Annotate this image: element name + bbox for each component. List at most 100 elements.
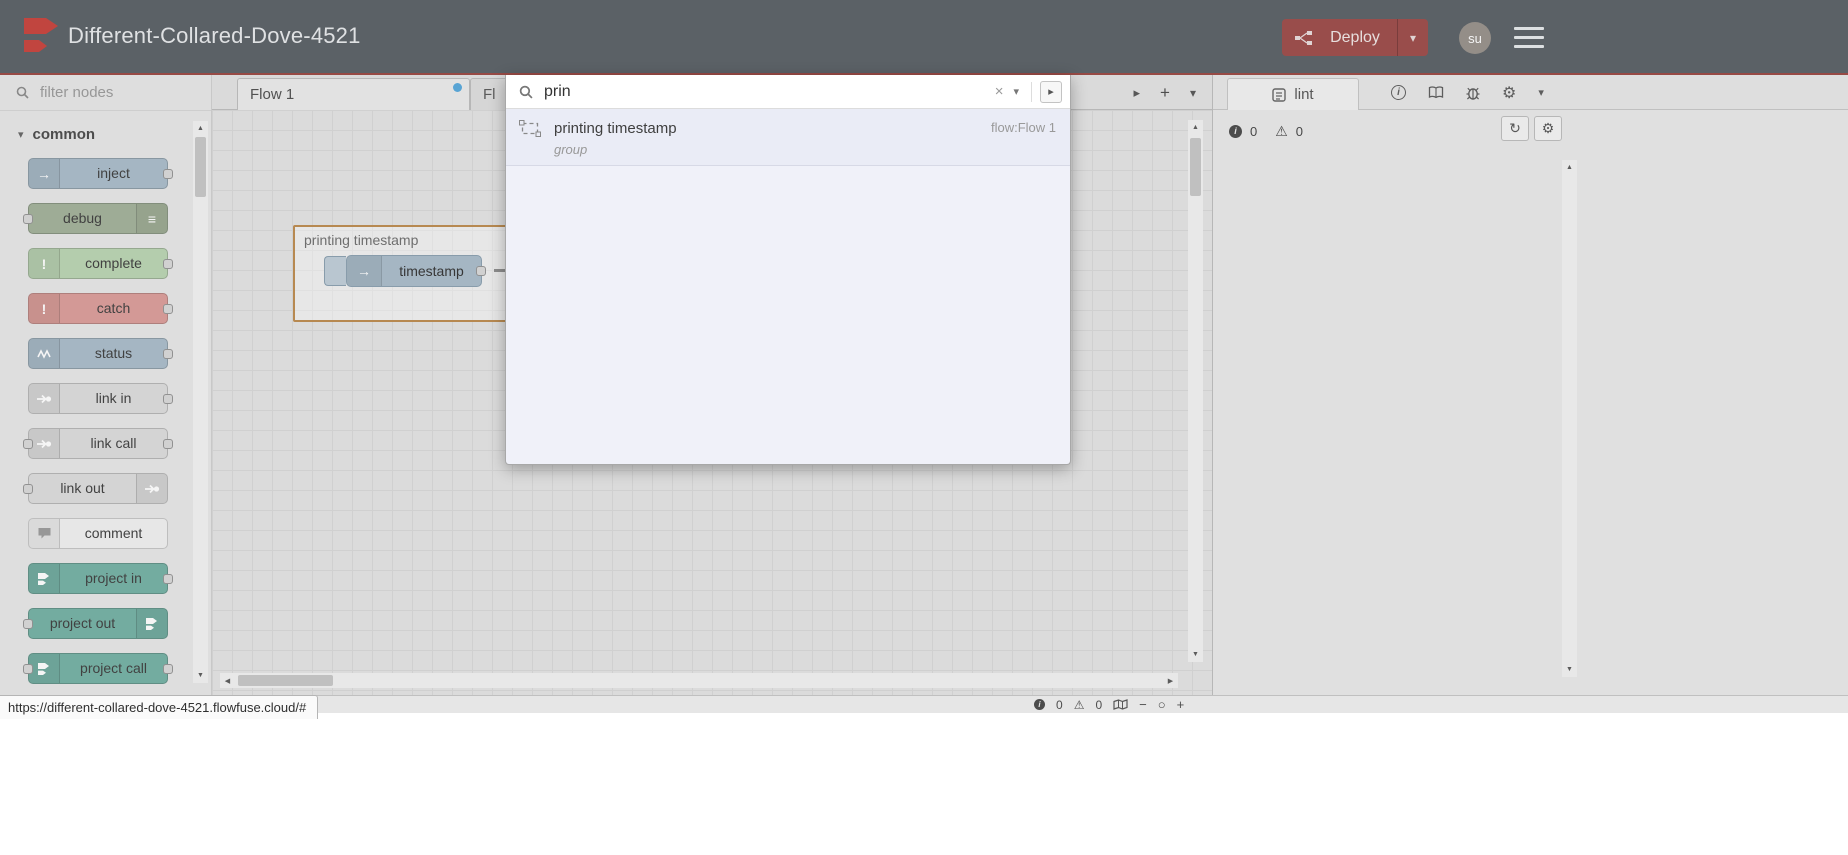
sidebar-tab-lint[interactable]: lint [1227, 78, 1359, 110]
info-icon[interactable]: i [1391, 85, 1406, 100]
palette-node-label: link call [90, 435, 137, 451]
lint-toolbar-buttons: ↻ ⚙ [1501, 116, 1562, 141]
link-icon [136, 474, 167, 503]
deploy-icon [1295, 30, 1313, 45]
palette-node-link-call[interactable]: link call [23, 428, 173, 459]
gear-icon: ⚙ [1541, 120, 1555, 136]
palette-item-list: → inject debug ≡ ! complete ! catch stat… [0, 143, 211, 684]
clear-search-icon[interactable]: × [989, 83, 1010, 100]
palette-node-project-in[interactable]: project in [28, 563, 173, 594]
tab-label: Fl [483, 86, 496, 103]
node-red-editor: Different-Collared-Dove-4521 Deploy ▾ su [0, 0, 1848, 713]
sidebar-tab-icons: i ⚙ ▾ [1391, 75, 1544, 110]
search-result[interactable]: printing timestamp group flow:Flow 1 [506, 109, 1070, 166]
inject-node[interactable]: → timestamp [346, 255, 486, 287]
warning-icon[interactable]: ⚠ [1074, 698, 1085, 712]
refresh-icon: ↻ [1509, 120, 1521, 136]
palette-node-link-out[interactable]: link out [23, 473, 168, 504]
scrollbar-thumb[interactable] [1190, 138, 1201, 196]
zoom-in-button[interactable]: + [1177, 697, 1185, 712]
palette-node-label: catch [96, 300, 131, 316]
deploy-options-button[interactable]: ▾ [1397, 19, 1428, 56]
scroll-up-icon[interactable]: ▲ [1562, 160, 1577, 175]
instance-title: Different-Collared-Dove-4521 [68, 23, 361, 48]
scroll-down-icon[interactable]: ▼ [193, 668, 208, 683]
palette-filter-input[interactable] [38, 83, 192, 102]
project-icon [29, 564, 60, 593]
palette-node-status[interactable]: status [28, 338, 173, 369]
gear-icon[interactable]: ⚙ [1502, 83, 1516, 103]
sidebar-tabbar: lint i ⚙ ▾ [1213, 75, 1848, 110]
deploy-button[interactable]: Deploy ▾ [1282, 19, 1428, 56]
inject-icon: → [347, 256, 382, 286]
palette-node-label: project in [85, 570, 142, 586]
user-avatar[interactable]: su [1459, 22, 1491, 54]
flowfuse-logo-icon[interactable] [22, 16, 60, 56]
node-input-port [23, 438, 33, 449]
hamburger-menu-icon[interactable] [1514, 27, 1544, 48]
palette-node-debug[interactable]: debug ≡ [23, 203, 168, 234]
node-input-port [23, 618, 33, 629]
node-output-port [163, 438, 173, 449]
node-output-port [163, 573, 173, 584]
palette-node-comment[interactable]: comment [28, 518, 168, 549]
zoom-reset-button[interactable]: ○ [1158, 697, 1166, 712]
header: Different-Collared-Dove-4521 Deploy ▾ su [0, 0, 1848, 73]
palette-node-label: comment [84, 525, 143, 541]
palette-node-inject[interactable]: → inject [28, 158, 173, 189]
node-label: timestamp [399, 263, 464, 279]
refresh-button[interactable]: ↻ [1501, 116, 1529, 141]
palette-node-project-out[interactable]: project out [23, 608, 168, 639]
scroll-down-icon[interactable]: ▼ [1188, 647, 1203, 662]
search-history-caret-icon[interactable]: ▾ [1009, 85, 1023, 98]
scroll-up-icon[interactable]: ▲ [1188, 120, 1203, 135]
palette-scrollbar[interactable]: ▲ ▼ [193, 121, 208, 683]
tabbar-actions: ▸ + ▾ [1134, 75, 1197, 110]
inject-trigger-button[interactable] [324, 256, 346, 286]
sidebar-more-tabs-icon[interactable]: ▾ [1538, 86, 1544, 99]
result-subtitle: group [554, 142, 588, 157]
scroll-left-icon[interactable]: ◀ [220, 673, 235, 688]
search-bar: × ▾ ▸ [506, 75, 1070, 109]
group-icon [519, 120, 541, 165]
canvas-vertical-scrollbar[interactable]: ▲ ▼ [1188, 120, 1203, 662]
link-icon [29, 429, 60, 458]
palette-node-complete[interactable]: ! complete [28, 248, 173, 279]
tab-flow-1[interactable]: Flow 1 [237, 78, 470, 110]
node-output-port[interactable] [476, 266, 486, 276]
scroll-down-icon[interactable]: ▼ [1562, 662, 1577, 677]
tab-scroll-right-icon[interactable]: ▸ [1134, 85, 1141, 101]
palette-node-label: inject [97, 165, 130, 181]
palette-node-project-call[interactable]: project call [23, 653, 173, 684]
info-count-icon[interactable]: i [1034, 699, 1045, 710]
scrollbar-thumb[interactable] [195, 137, 206, 197]
deploy-label: Deploy [1330, 28, 1380, 46]
add-flow-button[interactable]: + [1160, 83, 1170, 103]
complete-icon: ! [29, 249, 60, 278]
navigator-map-icon[interactable] [1113, 699, 1128, 710]
lint-icon [1272, 87, 1287, 102]
palette-node-link-in[interactable]: link in [28, 383, 173, 414]
scroll-right-icon[interactable]: ▶ [1163, 673, 1178, 688]
search-options-button[interactable]: ▸ [1040, 80, 1062, 103]
link-icon [29, 384, 60, 413]
flow-list-button[interactable]: ▾ [1190, 86, 1196, 100]
palette-node-catch[interactable]: ! catch [28, 293, 173, 324]
scrollbar-thumb[interactable] [238, 675, 333, 686]
sidebar-scrollbar[interactable]: ▲ ▼ [1562, 160, 1577, 677]
sidebar: lint i ⚙ ▾ i 0 ⚠ 0 ↻ ⚙ ▲ ▼ [1212, 75, 1848, 695]
lint-toolbar: i 0 ⚠ 0 ↻ ⚙ [1213, 110, 1578, 152]
status-url-text: https://different-collared-dove-4521.flo… [8, 700, 307, 715]
canvas-horizontal-scrollbar[interactable]: ◀ ▶ [220, 673, 1178, 688]
zoom-out-button[interactable]: − [1139, 697, 1147, 712]
result-location: flow:Flow 1 [990, 120, 1056, 135]
scroll-up-icon[interactable]: ▲ [193, 121, 208, 136]
search-input[interactable] [542, 81, 989, 102]
debug-bug-icon[interactable] [1466, 85, 1480, 100]
palette-category-common[interactable]: ▾ common [0, 111, 211, 143]
tab-label: Flow 1 [250, 86, 295, 103]
node-output-port [163, 393, 173, 404]
lint-settings-button[interactable]: ⚙ [1534, 116, 1562, 141]
help-book-icon[interactable] [1428, 86, 1444, 99]
footer-status-items: i 0 ⚠ 0 − ○ + [1034, 696, 1184, 713]
